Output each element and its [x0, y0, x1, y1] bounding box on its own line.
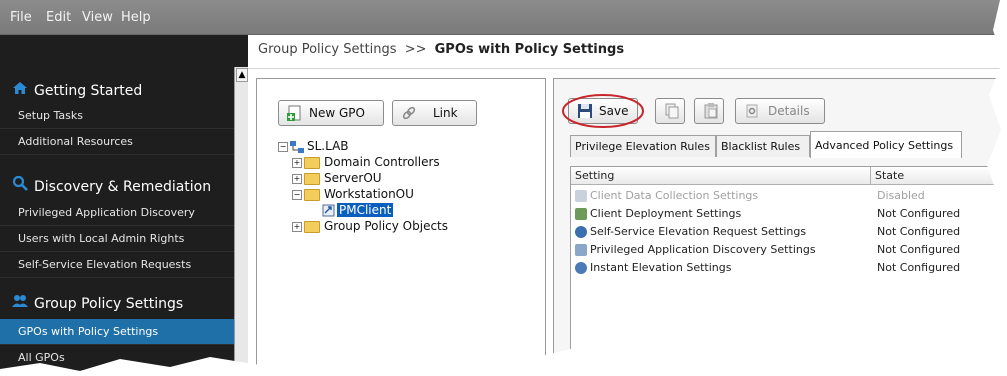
details-button[interactable]: Details [735, 98, 825, 124]
tree-root-label: SL.LAB [307, 139, 349, 153]
sidebar-item-privileged-app-discovery[interactable]: Privileged Application Discovery [0, 200, 234, 226]
tab-advanced-policy-settings[interactable]: Advanced Policy Settings [810, 131, 962, 158]
sidebar-item-gpos-with-policy-settings[interactable]: GPOs with Policy Settings [0, 319, 234, 345]
discovery-icon [575, 244, 587, 256]
table-row[interactable]: Privileged Application Discovery Setting… [575, 241, 816, 259]
section-discovery[interactable]: Discovery & Remediation [12, 175, 211, 195]
scroll-up-icon[interactable]: ▲ [236, 68, 248, 82]
sidebar-item-local-admin-users[interactable]: Users with Local Admin Rights [0, 226, 234, 252]
link-icon [401, 105, 417, 121]
expand-icon[interactable]: + [292, 157, 302, 168]
setting-name: Self-Service Elevation Request Settings [590, 225, 807, 238]
sidebar-item-additional-resources[interactable]: Additional Resources [0, 129, 234, 155]
menu-help[interactable]: Help [121, 10, 151, 25]
folder-icon [304, 220, 320, 233]
sidebar-scrollbar[interactable]: ▲ [234, 67, 248, 376]
deployment-icon [575, 208, 587, 220]
tree-node-label: Group Policy Objects [324, 219, 449, 233]
setting-name: Client Deployment Settings [590, 207, 742, 220]
copy-icon [664, 103, 680, 119]
home-icon [12, 81, 28, 99]
setting-state: Disabled [877, 189, 925, 202]
details-label: Details [768, 104, 810, 118]
torn-edge-bottom [0, 347, 1007, 376]
details-icon [744, 103, 760, 119]
tree-node-label: Domain Controllers [324, 155, 440, 169]
sidebar-item-setup-tasks[interactable]: Setup Tasks [0, 103, 234, 129]
section-title: Getting Started [34, 83, 143, 99]
section-title: Group Policy Settings [34, 296, 184, 312]
tree-node-pmclient[interactable]: PMClient [322, 202, 394, 218]
paste-button[interactable] [694, 98, 724, 124]
sidebar-item-self-service-requests[interactable]: Self-Service Elevation Requests [0, 252, 234, 278]
domain-icon [290, 140, 304, 153]
tree-node-workstationou[interactable]: − WorkstationOU [292, 186, 414, 202]
users-icon [12, 294, 28, 312]
link-label: Link [433, 106, 458, 120]
highlight-circle [562, 94, 644, 128]
table-row[interactable]: Instant Elevation Settings [575, 259, 732, 277]
setting-name: Privileged Application Discovery Setting… [590, 243, 816, 256]
new-gpo-button[interactable]: New GPO [278, 100, 384, 126]
section-group-policy[interactable]: Group Policy Settings [12, 294, 183, 312]
elevation-request-icon [575, 226, 587, 238]
breadcrumb-current: GPOs with Policy Settings [434, 42, 625, 57]
collapse-icon[interactable]: − [278, 141, 288, 152]
setting-name: Client Data Collection Settings [590, 189, 759, 202]
breadcrumb: Group Policy Settings >> GPOs with Polic… [258, 42, 624, 57]
copy-button[interactable] [655, 98, 685, 124]
setting-state: Not Configured [877, 243, 961, 256]
menu-file[interactable]: File [10, 10, 32, 25]
breadcrumb-separator: >> [404, 42, 427, 57]
sidebar: Getting Started Setup Tasks Additional R… [0, 35, 248, 376]
menu-edit[interactable]: Edit [46, 10, 71, 25]
table-row[interactable]: Self-Service Elevation Request Settings [575, 223, 806, 241]
folder-open-icon [304, 188, 320, 201]
breadcrumb-parent[interactable]: Group Policy Settings [258, 42, 397, 57]
gpo-link-icon [322, 204, 335, 217]
tree-node-label: PMClient [337, 203, 394, 217]
new-gpo-label: New GPO [309, 106, 365, 120]
tree-root[interactable]: − SL.LAB [278, 138, 349, 154]
folder-icon [304, 156, 320, 169]
setting-name: Instant Elevation Settings [590, 261, 732, 274]
expand-icon[interactable]: + [292, 221, 302, 232]
tree-node-label: WorkstationOU [324, 187, 414, 201]
tree-node-domain-controllers[interactable]: + Domain Controllers [292, 154, 440, 170]
tab-blacklist-rules[interactable]: Blacklist Rules [716, 135, 810, 157]
expand-icon[interactable]: + [292, 173, 302, 184]
new-gpo-icon [287, 105, 303, 121]
folder-icon [304, 172, 320, 185]
section-title: Discovery & Remediation [34, 179, 212, 195]
column-setting[interactable]: Setting [571, 167, 871, 185]
setting-state: Not Configured [877, 261, 961, 274]
setting-state: Not Configured [877, 225, 961, 238]
collapse-icon[interactable]: − [292, 189, 302, 200]
client-data-icon [575, 190, 587, 202]
section-getting-started[interactable]: Getting Started [12, 81, 142, 99]
paste-icon [703, 103, 719, 119]
tree-node-label: ServerOU [324, 171, 382, 185]
tab-privilege-elevation-rules[interactable]: Privilege Elevation Rules [570, 135, 716, 157]
tree-node-serverou[interactable]: + ServerOU [292, 170, 382, 186]
tree-node-group-policy-objects[interactable]: + Group Policy Objects [292, 218, 448, 234]
menu-view[interactable]: View [82, 10, 113, 25]
link-button[interactable]: Link [392, 100, 477, 126]
torn-edge-right [981, 0, 1007, 376]
table-row[interactable]: Client Data Collection Settings [575, 187, 758, 205]
menu-bar: File Edit View Help [0, 0, 1000, 35]
instant-elevation-icon [575, 262, 587, 274]
table-row[interactable]: Client Deployment Settings [575, 205, 741, 223]
search-icon [12, 175, 28, 195]
divider [248, 68, 1007, 69]
setting-state: Not Configured [877, 207, 961, 220]
